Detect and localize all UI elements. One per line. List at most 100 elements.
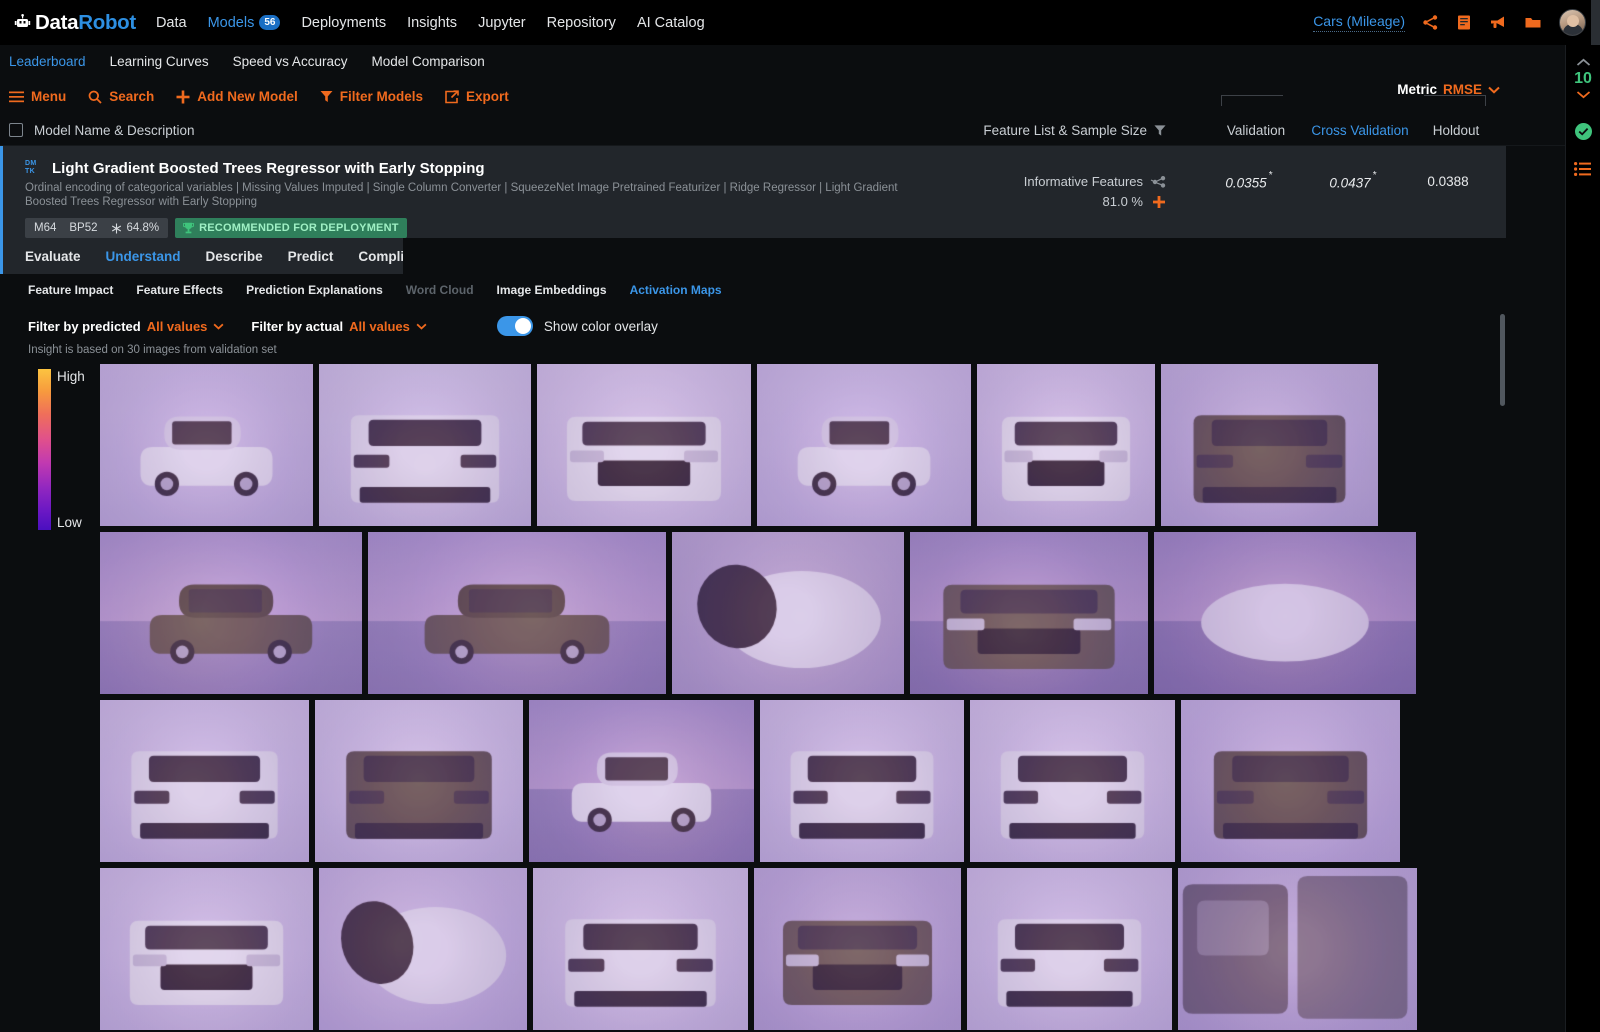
activation-map-tile[interactable] [672,532,904,694]
filter-by-actual[interactable]: Filter by actual All values [251,319,427,334]
avatar[interactable] [1559,9,1586,36]
model-card-header: DM TK Light Gradient Boosted Trees Regre… [3,160,1506,238]
export-button[interactable]: Export [445,89,509,104]
column-cross-validation[interactable]: Cross Validation [1308,123,1412,138]
nav-label: Jupyter [478,14,526,31]
activation-map-tile[interactable] [967,868,1172,1030]
activation-map-tile[interactable] [533,868,748,1030]
datarobot-logo[interactable]: DataRobot [14,11,136,35]
activation-map-tile[interactable] [100,364,313,526]
nav-item-models[interactable]: Models 56 [208,15,281,31]
activation-map-filters: Filter by predicted All values Filter by… [0,306,1600,336]
megaphone-icon[interactable] [1489,14,1507,31]
filter-models-label: Filter Models [339,89,424,104]
activation-map-image [1178,868,1417,1030]
search-label: Search [109,89,155,104]
subtab-feature-effects[interactable]: Feature Effects [136,283,223,297]
activation-map-tile[interactable] [319,868,527,1030]
menu-button[interactable]: Menu [9,89,66,104]
search-button[interactable]: Search [88,89,154,104]
top-navigation-bar: DataRobot Data Models 56 Deployments Ins… [0,0,1600,45]
activation-map-tile[interactable] [537,364,751,526]
activation-map-image [529,700,754,862]
subtab-feature-impact[interactable]: Feature Impact [28,283,113,297]
tab-learning-curves[interactable]: Learning Curves [110,54,209,69]
activation-map-tile[interactable] [757,364,971,526]
column-holdout[interactable]: Holdout [1412,123,1500,138]
add-new-model-button[interactable]: Add New Model [176,89,298,104]
hamburger-icon [9,91,24,102]
activation-map-tile[interactable] [100,700,309,862]
leaderboard-column-header: Model Name & Description Feature List & … [0,115,1600,146]
legend-labels: High Low [57,369,85,530]
color-legend: High Low [38,369,94,530]
activation-map-tile[interactable] [970,700,1175,862]
activation-map-tile[interactable] [1161,364,1378,526]
image-grid-row [100,700,1600,862]
filter-icon [320,91,333,102]
model-card[interactable]: DM TK Light Gradient Boosted Trees Regre… [0,146,1506,406]
model-metrics: Informative Features 81.0 % 0.0355 * 0.0… [1024,170,1492,209]
activation-map-tile[interactable] [319,364,531,526]
select-all-checkbox[interactable] [9,123,23,137]
activation-map-image [967,868,1172,1030]
model-tab-predict[interactable]: Predict [288,249,334,264]
tab-speed-vs-accuracy[interactable]: Speed vs Accuracy [233,54,348,69]
badge-recommended-for-deployment: RECOMMENDED FOR DEPLOYMENT [175,218,407,238]
project-name[interactable]: Cars (Mileage) [1313,13,1405,32]
nav-label: Data [155,14,187,31]
activation-map-image [533,868,748,1030]
activation-map-tile[interactable] [529,700,754,862]
nav-item-repository[interactable]: Repository [547,15,616,31]
activation-map-image [910,532,1148,694]
activation-map-tile[interactable] [315,700,523,862]
activation-map-tile[interactable] [977,364,1155,526]
show-color-overlay-control[interactable]: Show color overlay [496,316,658,336]
filter-models-button[interactable]: Filter Models [320,89,423,104]
model-tab-evaluate[interactable]: Evaluate [25,249,81,264]
activation-map-tile[interactable] [1154,532,1416,694]
share-icon[interactable] [1422,14,1439,31]
model-tab-wrap: Evaluate Understand Describe Predict Com… [3,238,1506,274]
nav-item-data[interactable]: Data [156,15,187,31]
metric-selector[interactable]: Metric RMSE [1397,82,1500,97]
activation-map-tile[interactable] [100,868,313,1030]
metric-holdout-value: 0.0388 [1427,174,1469,189]
nav-item-ai-catalog[interactable]: AI Catalog [637,15,705,31]
filter-by-predicted[interactable]: Filter by predicted All values [28,319,224,334]
plus-icon[interactable] [1152,195,1166,209]
activation-map-tile[interactable] [368,532,666,694]
activation-map-tile[interactable] [910,532,1148,694]
activation-map-tile[interactable] [1181,700,1400,862]
check-circle-icon[interactable] [1574,123,1592,140]
chevron-up-icon[interactable] [1576,57,1591,69]
book-icon[interactable] [1456,14,1472,31]
activation-map-tile[interactable] [760,700,964,862]
activation-map-image [319,868,527,1030]
chevron-down-icon[interactable] [1576,89,1591,101]
subtab-prediction-explanations[interactable]: Prediction Explanations [246,283,383,297]
subtab-image-embeddings[interactable]: Image Embeddings [497,283,607,297]
tab-leaderboard[interactable]: Leaderboard [9,54,86,69]
show-color-overlay-toggle[interactable] [496,316,533,336]
activation-map-tile[interactable] [100,532,362,694]
model-tab-understand[interactable]: Understand [106,249,181,264]
column-validation[interactable]: Validation [1204,123,1308,138]
nav-item-deployments[interactable]: Deployments [301,15,386,31]
activation-map-tile[interactable] [1178,868,1417,1030]
list-icon[interactable] [1574,162,1592,181]
menu-label: Menu [31,89,67,104]
subtab-activation-maps[interactable]: Activation Maps [630,283,722,297]
model-tab-describe[interactable]: Describe [206,249,263,264]
model-tab-bar: Evaluate Understand Describe Predict Com… [3,238,435,274]
tab-model-comparison[interactable]: Model Comparison [371,54,484,69]
activation-map-tile[interactable] [754,868,961,1030]
logo-text: DataRobot [35,10,136,34]
nav-item-insights[interactable]: Insights [407,15,457,31]
model-title[interactable]: Light Gradient Boosted Trees Regressor w… [52,160,485,177]
cross-validation-asterisk: * [1372,170,1377,181]
page-tab-bar: Leaderboard Learning Curves Speed vs Acc… [0,45,1600,78]
nav-item-jupyter[interactable]: Jupyter [478,15,526,31]
column-feature-list[interactable]: Feature List & Sample Size [983,123,1166,138]
folder-icon[interactable] [1524,14,1542,31]
